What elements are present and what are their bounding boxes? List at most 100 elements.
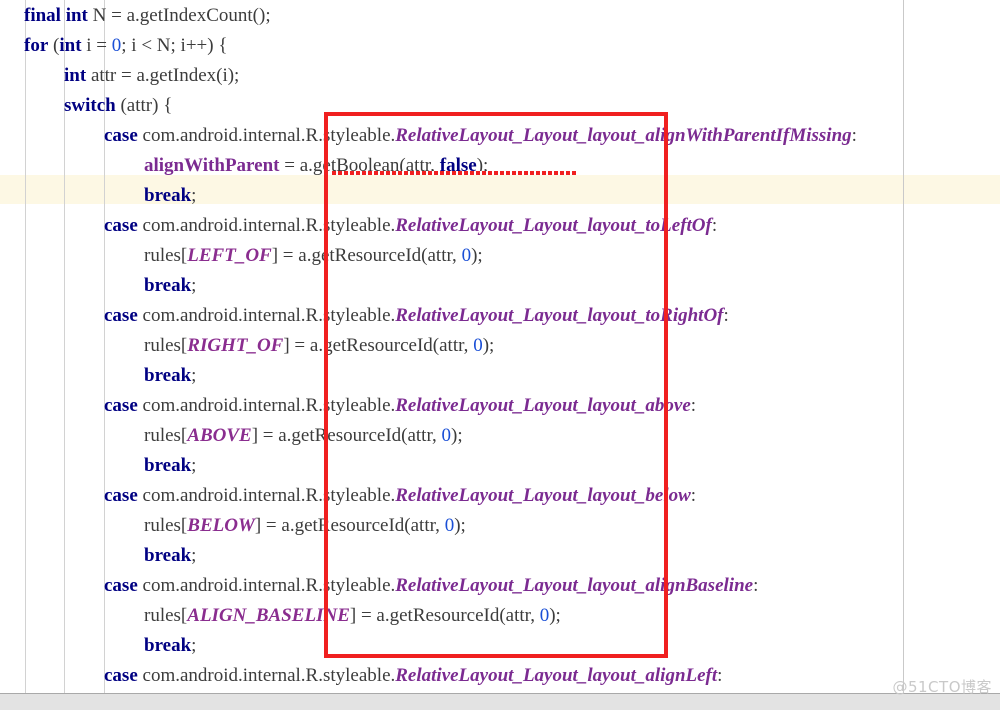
code-token-plain: : (690, 395, 697, 416)
code-line[interactable]: case com.android.internal.R.styleable.Re… (0, 481, 1000, 511)
code-editor-surface[interactable]: final int N = a.getIndexCount(); for (int… (0, 0, 1000, 693)
code-token-plain: com.android.internal.R.styleable. (137, 125, 396, 146)
code-token-plain: com.android.internal.R.styleable. (137, 305, 396, 326)
code-token-kw: case (104, 395, 138, 416)
code-token-plain: com.android.internal.R.styleable. (137, 485, 396, 506)
code-token-kw: case (104, 125, 138, 146)
code-token-num: 0 (111, 35, 122, 56)
code-line[interactable]: case com.android.internal.R.styleable.Re… (0, 121, 1000, 151)
code-token-plain: ); (482, 335, 495, 356)
code-token-plain: N = a.getIndexCount(); (87, 5, 271, 26)
code-line[interactable]: break; (0, 181, 1000, 211)
code-token-kw: break (144, 635, 192, 656)
screenshot-root: final int N = a.getIndexCount(); for (int… (0, 0, 1000, 710)
code-token-kw: case (104, 215, 138, 236)
code-token-styl: RelativeLayout_Layout_layout_below (395, 485, 691, 506)
code-token-styl: RelativeLayout_Layout_layout_alignWithPa… (395, 125, 852, 146)
code-token-const: ALIGN_BASELINE (187, 605, 350, 626)
code-token-plain: com.android.internal.R.styleable. (137, 665, 396, 686)
code-token-plain: ] = a.getResourceId(attr, (271, 245, 462, 266)
code-line[interactable]: switch (attr) { (0, 91, 1000, 121)
code-token-plain: ] = a.getResourceId(attr, (283, 335, 474, 356)
code-line[interactable]: case com.android.internal.R.styleable.Re… (0, 211, 1000, 241)
code-token-kw: case (104, 485, 138, 506)
code-token-plain: ; (191, 275, 197, 296)
code-line[interactable]: break; (0, 631, 1000, 661)
code-line[interactable]: break; (0, 451, 1000, 481)
code-token-plain: ; (191, 545, 197, 566)
code-line[interactable]: rules[ABOVE] = a.getResourceId(attr, 0); (0, 421, 1000, 451)
code-token-num: 0 (444, 515, 455, 536)
code-line[interactable]: rules[BELOW] = a.getResourceId(attr, 0); (0, 511, 1000, 541)
code-token-styl: RelativeLayout_Layout_layout_alignBaseli… (395, 575, 754, 596)
code-token-num: 0 (461, 245, 472, 266)
code-line[interactable]: break; (0, 541, 1000, 571)
code-token-kw: int (64, 65, 87, 86)
code-line[interactable]: break; (0, 361, 1000, 391)
code-token-plain: (attr) { (115, 95, 173, 116)
code-line[interactable]: rules[LEFT_OF] = a.getResourceId(attr, 0… (0, 241, 1000, 271)
code-token-plain: i = (81, 35, 112, 56)
code-token-kw: int (65, 5, 88, 26)
code-token-kw: case (104, 575, 138, 596)
horizontal-scrollbar-track[interactable] (0, 694, 1000, 710)
code-token-plain: : (690, 485, 697, 506)
code-token-plain: ); (476, 155, 489, 176)
code-line[interactable]: case com.android.internal.R.styleable.Re… (0, 301, 1000, 331)
code-token-kw: break (144, 545, 192, 566)
code-token-kw: break (144, 365, 192, 386)
code-token-plain: : (723, 305, 729, 326)
code-line[interactable]: for (int i = 0; i < N; i++) { (0, 31, 1000, 61)
code-token-plain: ); (471, 245, 483, 266)
code-line[interactable]: rules[RIGHT_OF] = a.getResourceId(attr, … (0, 331, 1000, 361)
code-line[interactable]: case com.android.internal.R.styleable.Re… (0, 661, 1000, 691)
code-token-const: RIGHT_OF (187, 335, 284, 356)
code-token-plain: ); (549, 605, 561, 626)
code-token-const: LEFT_OF (187, 245, 272, 266)
code-token-num: 0 (441, 425, 452, 446)
code-line[interactable]: case com.android.internal.R.styleable.Re… (0, 571, 1000, 601)
code-token-plain: ] = a.getResourceId(attr, (251, 425, 442, 446)
code-line[interactable]: case com.android.internal.R.styleable.Re… (0, 391, 1000, 421)
code-token-const: ABOVE (187, 425, 252, 446)
code-token-plain: ; (191, 635, 197, 656)
code-line[interactable]: final int N = a.getIndexCount(); (0, 1, 1000, 31)
code-token-styl: RelativeLayout_Layout_layout_toRightOf (395, 305, 724, 326)
code-token-field: alignWithParent (144, 155, 280, 176)
code-token-kw: break (144, 275, 192, 296)
code-token-kw: case (104, 665, 138, 686)
code-token-plain: com.android.internal.R.styleable. (137, 395, 396, 416)
code-line[interactable]: alignWithParent = a.getBoolean(attr, fal… (0, 151, 1000, 181)
code-token-styl: RelativeLayout_Layout_layout_alignLeft (395, 665, 718, 686)
code-token-plain: = a.getBoolean(attr, (279, 155, 440, 176)
code-token-plain: com.android.internal.R.styleable. (137, 575, 396, 596)
code-token-plain: ; (191, 185, 197, 206)
code-token-kw: switch (64, 95, 116, 116)
code-token-kw: int (59, 35, 82, 56)
code-token-plain: : (711, 215, 718, 236)
code-token-plain: rules[ (144, 515, 188, 536)
code-token-kw: case (104, 305, 138, 326)
code-token-plain: ( (48, 35, 60, 56)
code-token-plain: ; (191, 455, 197, 476)
code-token-plain: com.android.internal.R.styleable. (137, 215, 396, 236)
code-token-plain: rules[ (144, 605, 188, 626)
code-token-kw: break (144, 185, 192, 206)
code-line[interactable]: rules[ALIGN_BASELINE] = a.getResourceId(… (0, 601, 1000, 631)
code-token-plain: ; i < N; i++) { (121, 35, 228, 56)
code-token-kw: for (24, 35, 49, 56)
code-token-plain: : (717, 665, 723, 686)
code-token-num: 0 (473, 335, 483, 356)
code-line[interactable]: break; (0, 271, 1000, 301)
code-token-plain: ); (454, 515, 466, 536)
code-token-styl: RelativeLayout_Layout_layout_above (395, 395, 691, 416)
code-line[interactable]: int attr = a.getIndex(i); (0, 61, 1000, 91)
code-token-plain: ] = a.getResourceId(attr, (254, 515, 445, 536)
code-token-plain: : (753, 575, 759, 596)
code-token-plain: ] = a.getResourceId(attr, (349, 605, 540, 626)
code-token-kw: false (439, 155, 477, 176)
code-token-plain: ; (191, 365, 197, 386)
code-token-styl: RelativeLayout_Layout_layout_toLeftOf (395, 215, 712, 236)
code-token-plain: rules[ (144, 245, 188, 266)
code-token-kw: break (144, 455, 192, 476)
